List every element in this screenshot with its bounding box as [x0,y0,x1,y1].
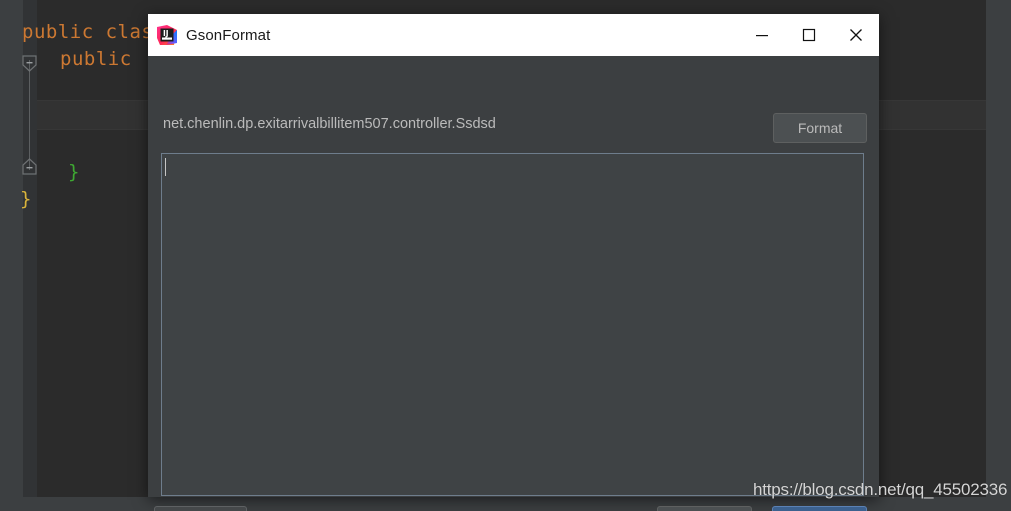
code-line-3: } [68,161,80,183]
intellij-idea-icon: IJ [157,25,177,45]
maximize-icon[interactable] [785,14,832,56]
json-input-textarea[interactable] [161,153,864,496]
minimize-icon[interactable] [738,14,785,56]
svg-text:IJ: IJ [163,29,169,38]
dialog-title: GsonFormat [186,26,271,44]
dialog-body: net.chenlin.dp.exitarrivalbillitem507.co… [148,56,879,511]
code-line-2: public [60,48,132,70]
window-controls [738,14,879,56]
ok-button[interactable]: OK [772,506,867,511]
watermark-url: https://blog.csdn.net/qq_45502336 [753,480,1008,499]
format-button[interactable]: Format [773,113,867,143]
setting-button[interactable]: Setting [154,506,247,511]
screen: public clas public } } IJ GsonFormat net… [0,0,1011,511]
dialog-titlebar[interactable]: IJ GsonFormat [148,14,879,56]
ide-editor-gutter [23,0,37,511]
ide-left-toolbar-strip [0,0,23,511]
code-fold-connector-line [29,60,30,170]
package-path-label: net.chenlin.dp.exitarrivalbillitem507.co… [163,116,496,132]
ide-right-toolbar-strip [986,0,1011,511]
text-caret [165,158,166,176]
code-line-1: public clas [22,21,154,43]
fold-marker-collapse-bottom[interactable] [22,158,37,175]
cancel-button[interactable]: Cancel [657,506,752,511]
gsonformat-dialog: IJ GsonFormat net.chenlin.dp.exitarrival… [148,14,879,511]
close-icon[interactable] [832,14,879,56]
fold-marker-collapse-top[interactable] [22,55,37,72]
code-line-4: } [20,188,32,210]
